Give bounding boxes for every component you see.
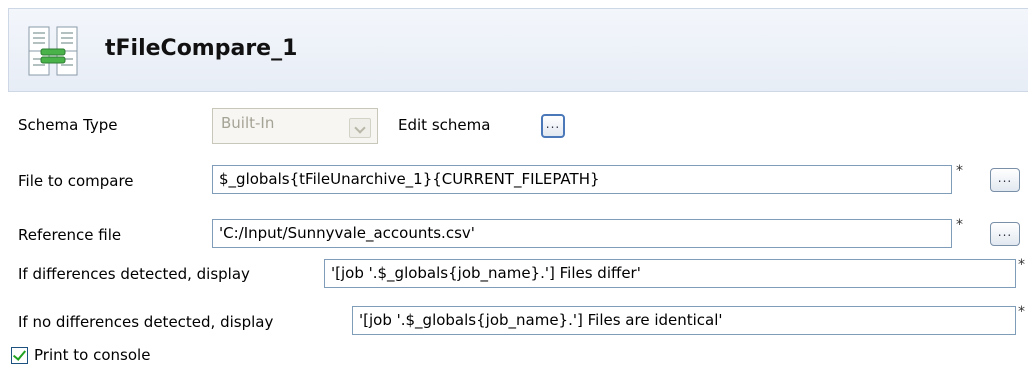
print-to-console-checkbox[interactable] <box>11 347 28 364</box>
file-to-compare-input[interactable]: $_globals{tFileUnarchive_1}{CURRENT_FILE… <box>212 165 952 194</box>
reference-file-label: Reference file <box>18 226 122 244</box>
required-marker: * <box>956 217 963 233</box>
schema-type-select[interactable]: Built-In <box>212 108 378 144</box>
file-compare-icon <box>28 26 78 76</box>
edit-schema-label: Edit schema <box>398 116 491 134</box>
schema-type-label: Schema Type <box>18 116 118 134</box>
required-marker: * <box>1018 257 1025 273</box>
print-to-console-label: Print to console <box>34 346 151 364</box>
reference-file-input[interactable]: 'C:/Input/Sunnyvale_accounts.csv' <box>212 219 952 248</box>
chevron-down-icon[interactable] <box>349 118 371 138</box>
same-message-input[interactable]: '[job '.$_globals{job_name}.'] Files are… <box>352 306 1016 335</box>
diff-message-label: If differences detected, display <box>18 265 250 283</box>
schema-type-value: Built-In <box>221 114 275 132</box>
diff-message-input[interactable]: '[job '.$_globals{job_name}.'] Files dif… <box>324 259 1016 288</box>
component-title: tFileCompare_1 <box>105 36 298 61</box>
edit-schema-button[interactable]: ... <box>541 114 565 138</box>
same-message-label: If no differences detected, display <box>18 313 274 331</box>
required-marker: * <box>956 163 963 179</box>
file-to-compare-label: File to compare <box>18 172 134 190</box>
required-marker: * <box>1018 304 1025 320</box>
component-header: tFileCompare_1 <box>8 8 1028 92</box>
browse-file-to-compare-button[interactable]: ... <box>990 168 1020 192</box>
browse-reference-file-button[interactable]: ... <box>990 222 1020 246</box>
